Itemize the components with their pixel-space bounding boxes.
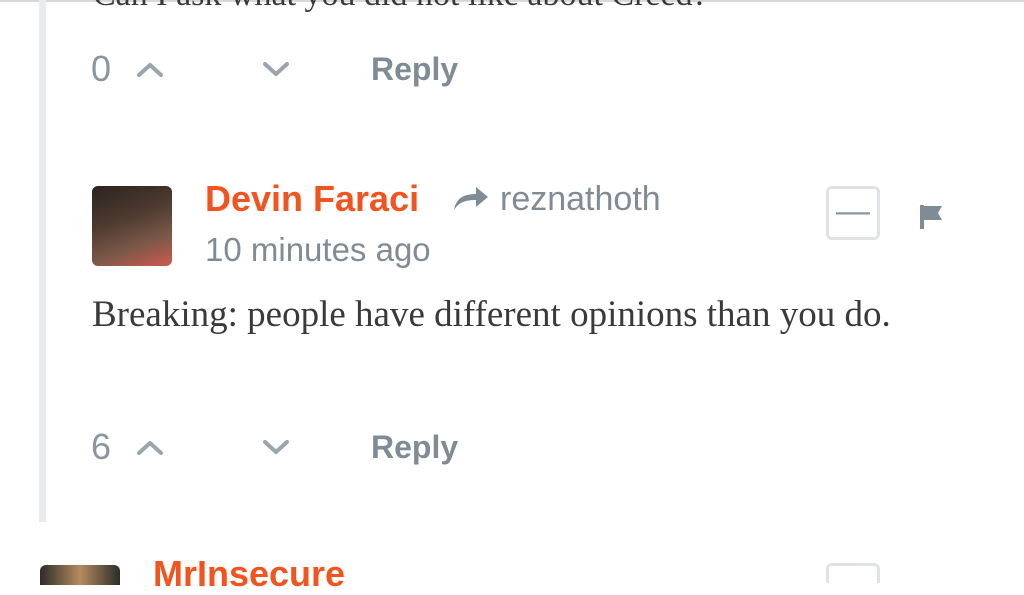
flag-icon[interactable] xyxy=(918,203,944,231)
downvote-button[interactable] xyxy=(256,427,296,467)
chevron-down-icon xyxy=(263,440,289,454)
reply-button[interactable]: Reply xyxy=(371,51,458,88)
upvote-button[interactable] xyxy=(130,427,170,467)
reply-arrow-icon xyxy=(454,187,488,210)
upvote-button[interactable] xyxy=(130,49,170,89)
chevron-up-icon xyxy=(137,441,163,455)
vote-count: 0 xyxy=(91,48,112,89)
in-reply-to: reznathoth xyxy=(452,178,661,220)
minus-icon: — xyxy=(836,192,870,230)
reply-button[interactable]: Reply xyxy=(371,429,458,466)
thread-line xyxy=(39,0,46,522)
previous-comment-body: Can I ask what you did not like about Cr… xyxy=(93,0,708,14)
downvote-button[interactable] xyxy=(256,49,296,89)
comment-author[interactable]: Devin Faraci xyxy=(205,178,419,220)
previous-comment-footer: 0 xyxy=(91,44,133,94)
comment-timestamp[interactable]: 10 minutes ago xyxy=(205,231,431,269)
avatar[interactable] xyxy=(92,186,172,266)
chevron-down-icon xyxy=(263,62,289,76)
comment-body: Breaking: people have different opinions… xyxy=(92,294,891,335)
reply-to-username[interactable]: reznathoth xyxy=(500,180,661,219)
vote-count: 6 xyxy=(91,426,112,467)
avatar[interactable] xyxy=(40,565,120,585)
collapse-button[interactable]: — xyxy=(826,186,880,240)
comment-footer: 6 xyxy=(91,422,133,472)
comment-author[interactable]: MrInsecure xyxy=(153,553,345,595)
chevron-up-icon xyxy=(137,63,163,77)
collapse-button[interactable] xyxy=(826,563,880,583)
